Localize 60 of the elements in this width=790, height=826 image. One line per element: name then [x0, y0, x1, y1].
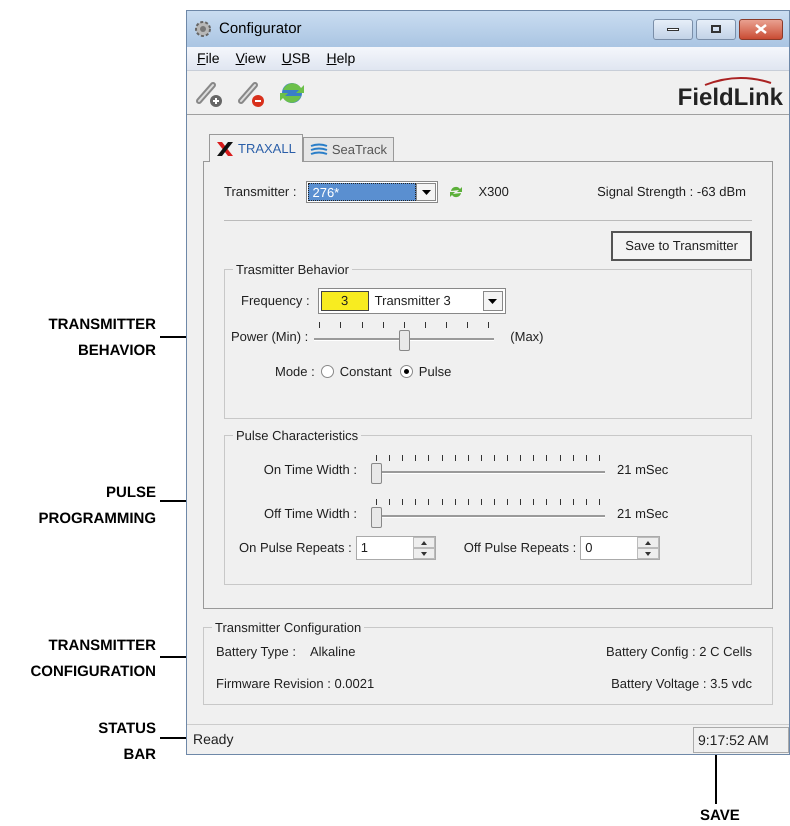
time-slider[interactable]: [371, 497, 605, 531]
battery-voltage: Battery Voltage : 3.5 vdc: [611, 674, 752, 693]
repeats-label: Off Pulse Repeats :: [464, 539, 576, 558]
spin-up-icon[interactable]: [637, 537, 660, 548]
slider-thumb[interactable]: [398, 330, 410, 351]
power-max-label: (Max): [510, 328, 544, 346]
x-logo-icon: [216, 140, 234, 156]
close-button[interactable]: [739, 18, 783, 40]
frequency-label: Frequency :: [241, 292, 310, 310]
menu-item[interactable]: View: [230, 48, 272, 69]
menu-item[interactable]: Help: [320, 48, 362, 69]
brand-logo: FieldLink: [678, 86, 783, 110]
status-text: Ready: [192, 730, 234, 749]
status-time: 9:17:52 AM: [693, 726, 789, 752]
power-slider[interactable]: [314, 320, 494, 354]
time-slider[interactable]: [371, 453, 605, 487]
spin-down-icon[interactable]: [412, 548, 435, 559]
signal-strength: Signal Strength : -63 dBm: [597, 183, 746, 202]
transmitter-label: Transmitter :: [224, 183, 296, 202]
tab[interactable]: TRAXALL: [209, 134, 303, 162]
radio-option[interactable]: Constant: [320, 362, 392, 382]
slider-reading: 21 mSec: [617, 461, 668, 480]
maximize-icon: [711, 25, 721, 33]
slider-thumb[interactable]: [371, 463, 382, 484]
spinner-value: 0: [584, 539, 594, 557]
slider-thumb[interactable]: [371, 507, 382, 528]
minimize-icon: [667, 28, 679, 30]
spin-up-icon[interactable]: [412, 537, 435, 548]
mode-label: Mode :: [275, 363, 315, 381]
battery-config: Battery Config : 2 C Cells: [606, 643, 752, 661]
menu-item[interactable]: File: [191, 48, 226, 69]
repeats-spinner[interactable]: 0: [580, 536, 660, 560]
callout-label: TRANSMITTER CONFIGURATION: [30, 636, 156, 682]
save-button[interactable]: Save to Transmitter: [611, 231, 752, 261]
spin-down-icon[interactable]: [637, 548, 660, 559]
power-min-label: Power (Min) :: [231, 328, 308, 346]
minimize-button[interactable]: [653, 18, 693, 40]
radio-option[interactable]: Pulse: [400, 362, 452, 382]
spinner-value: 1: [360, 539, 369, 557]
slider-label: Off Time Width :: [263, 505, 358, 524]
maximize-button[interactable]: [696, 18, 736, 40]
callout-label: PULSE PROGRAMMING: [38, 483, 156, 529]
waves-icon: [310, 142, 328, 156]
slider-reading: 21 mSec: [617, 505, 668, 524]
close-icon: [755, 24, 767, 34]
model-text: X300: [478, 183, 509, 202]
repeats-label: On Pulse Repeats :: [239, 539, 352, 558]
firmware-revision: Firmware Revision : 0.0021: [216, 674, 374, 692]
tab[interactable]: SeaTrack: [302, 137, 394, 161]
callout-label: TRANSMITTER BEHAVIOR: [48, 315, 156, 361]
logo-arc-icon: [703, 76, 773, 86]
callout-label: SAVE: [700, 806, 740, 826]
slider-label: On Time Width :: [262, 461, 358, 480]
battery-type: Battery Type : Alkaline: [216, 643, 356, 661]
window-title: Configurator: [219, 18, 302, 39]
repeats-spinner[interactable]: 1: [356, 536, 436, 560]
frequency-dropdown[interactable]: 3 Transmitter 3: [318, 288, 506, 314]
callout-label: STATUS BAR: [98, 719, 156, 765]
menu-item[interactable]: USB: [276, 48, 316, 69]
gear-icon: [193, 19, 213, 39]
